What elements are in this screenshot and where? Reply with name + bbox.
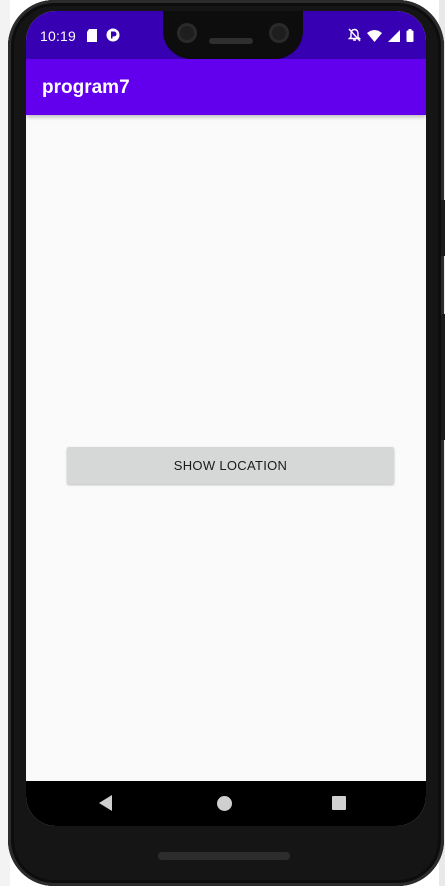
app-notification-icon xyxy=(106,28,120,47)
battery-icon xyxy=(406,28,414,47)
volume-button xyxy=(441,314,445,440)
phone-frame: 10:19 program7 SHOW LOCATION xyxy=(8,0,445,886)
app-title: program7 xyxy=(42,77,130,98)
front-camera-icon xyxy=(269,23,289,43)
status-icons-left xyxy=(86,28,120,47)
app-bar: program7 xyxy=(26,59,426,115)
front-camera-icon xyxy=(177,23,197,43)
recents-icon[interactable] xyxy=(332,796,346,810)
show-location-button[interactable]: SHOW LOCATION xyxy=(67,447,394,484)
back-icon[interactable] xyxy=(99,795,113,816)
device-screen: 10:19 program7 SHOW LOCATION xyxy=(26,11,426,826)
bottom-speaker xyxy=(158,852,290,860)
cellular-signal-icon xyxy=(388,29,400,47)
status-icons-right xyxy=(347,28,414,47)
display-notch xyxy=(163,11,303,59)
power-button xyxy=(441,200,445,256)
home-icon[interactable] xyxy=(217,796,232,811)
status-time: 10:19 xyxy=(40,28,77,44)
sd-card-icon xyxy=(86,28,98,47)
do-not-disturb-icon xyxy=(347,28,362,47)
wifi-icon xyxy=(367,29,382,47)
earpiece-speaker xyxy=(209,38,253,44)
navigation-bar xyxy=(26,781,426,826)
